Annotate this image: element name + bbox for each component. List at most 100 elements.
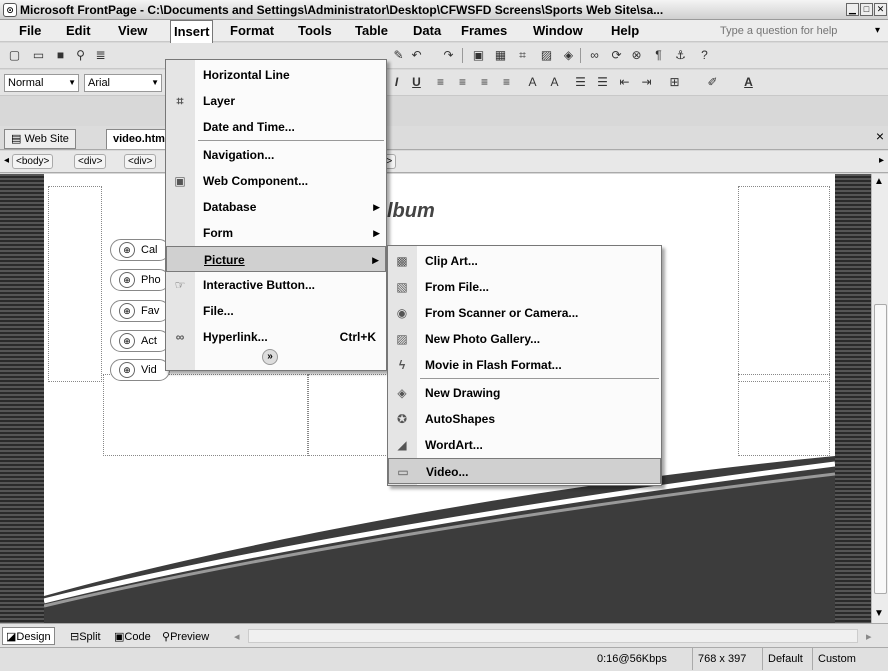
web-component-icon[interactable]: ▣ [470,47,487,64]
increase-indent-icon[interactable]: ⇥ [638,74,655,91]
hscroll-right-icon[interactable]: ▸ [862,627,876,645]
help-dropdown-arrow[interactable]: ▾ [872,20,883,42]
drawing-icon[interactable]: ◈ [560,47,577,64]
insert-layer-icon[interactable]: ⌗ [514,47,531,64]
align-center-icon[interactable]: ≡ [454,74,471,91]
tab-video-htm[interactable]: video.htm [106,129,168,149]
menu-item-horizontal-line[interactable]: Horizontal Line [166,62,386,88]
menu-item-file[interactable]: File... [166,298,386,324]
search-icon[interactable]: ⚲ [72,47,89,64]
menu-item-hyperlink[interactable]: ∞ Hyperlink... Ctrl+K [166,324,386,350]
tag-scroll-left-icon[interactable]: ◂ [1,154,12,169]
menu-item-from-scanner[interactable]: ◉ From Scanner or Camera... [388,300,661,326]
menu-item-database[interactable]: Database ▶ [166,194,386,220]
menu-item-interactive-button[interactable]: ☞ Interactive Button... [166,272,386,298]
align-left-icon[interactable]: ≡ [432,74,449,91]
menu-help[interactable]: Help [608,20,642,42]
menu-table[interactable]: Table [352,20,391,42]
nav-link-button[interactable]: ⊕ Act [110,330,170,352]
view-code-tab[interactable]: ▣Code [110,627,155,645]
bullets-icon[interactable]: ☰ [594,74,611,91]
menu-item-layer[interactable]: ⌗ Layer [166,88,386,114]
nav-link-button[interactable]: ⊕ Cal [110,239,170,261]
menu-format[interactable]: Format [227,20,277,42]
view-preview-tab[interactable]: ⚲Preview [158,627,213,645]
toolbar-separator [580,48,581,63]
menu-bar: File Edit View Insert Format Tools Table… [0,20,888,43]
publish-icon[interactable]: ≣ [92,47,109,64]
underline-icon[interactable]: U [408,74,425,91]
view-split-tab[interactable]: ⊟Split [66,627,105,645]
menu-view[interactable]: View [115,20,150,42]
tag-body[interactable]: <body> [12,154,54,169]
menu-item-autoshapes[interactable]: ✪ AutoShapes [388,406,661,432]
menu-file[interactable]: File [16,20,44,42]
menu-item-clip-art[interactable]: ▩ Clip Art... [388,248,661,274]
style-dropdown[interactable]: Normal ▼ [4,74,79,92]
scroll-down-icon[interactable]: ▼ [874,608,884,619]
show-all-icon[interactable]: ¶ [650,47,667,64]
menu-item-new-photo-gallery[interactable]: ▨ New Photo Gallery... [388,326,661,352]
maximize-button[interactable]: □ [860,3,873,16]
anchor-icon[interactable]: ⚓ [672,47,689,64]
justify-icon[interactable]: ≡ [498,74,515,91]
menu-item-from-file[interactable]: ▧ From File... [388,274,661,300]
frontpage-app-icon[interactable]: ⊙ [3,3,17,17]
hscroll-left-icon[interactable]: ◂ [230,627,244,645]
menu-item-video[interactable]: ▭ Video... [388,458,661,484]
open-folder-icon[interactable]: ▭ [30,47,47,64]
vertical-scrollbar[interactable]: ▲ ▼ [871,174,888,623]
menu-item-wordart[interactable]: ◢ WordArt... [388,432,661,458]
menu-data[interactable]: Data [410,20,444,42]
horizontal-scrollbar[interactable] [248,629,858,643]
view-design-tab[interactable]: ◪Design [2,627,55,645]
nav-link-button[interactable]: ⊕ Vid [110,359,170,381]
close-document-button[interactable]: × [876,128,884,144]
menu-tools[interactable]: Tools [295,20,335,42]
align-right-icon[interactable]: ≡ [476,74,493,91]
font-dropdown[interactable]: Arial ▼ [84,74,162,92]
menu-item-web-component[interactable]: ▣ Web Component... [166,168,386,194]
insert-picture-icon[interactable]: ▨ [538,47,555,64]
expand-menu-button[interactable]: » [262,349,278,365]
insert-table-icon[interactable]: ▦ [492,47,509,64]
hyperlink-icon[interactable]: ∞ [586,47,603,64]
redo-icon[interactable]: ↷ [440,47,457,64]
tag-div[interactable]: <div> [124,154,157,169]
menu-edit[interactable]: Edit [63,20,94,42]
menu-frames[interactable]: Frames [458,20,510,42]
menu-item-new-drawing[interactable]: ◈ New Drawing [388,380,661,406]
decrease-font-icon[interactable]: A [546,74,563,91]
numbering-icon[interactable]: ☰ [572,74,589,91]
refresh-icon[interactable]: ⟳ [608,47,625,64]
decrease-indent-icon[interactable]: ⇤ [616,74,633,91]
minimize-button[interactable]: ▁ [846,3,859,16]
new-page-icon[interactable]: ▢ [6,47,23,64]
font-color-icon[interactable]: A [740,74,757,91]
close-window-button[interactable]: ✕ [874,3,887,16]
help-question-input[interactable] [718,22,863,39]
menu-item-navigation[interactable]: Navigation... [166,142,386,168]
format-painter-icon[interactable]: ✎ [390,47,407,64]
menu-window[interactable]: Window [530,20,586,42]
save-icon[interactable]: ■ [52,47,69,64]
tab-web-site[interactable]: ▤ Web Site [4,129,76,149]
menu-item-form[interactable]: Form ▶ [166,220,386,246]
menu-item-picture[interactable]: Picture ▶ [166,246,386,272]
scroll-thumb[interactable] [874,304,887,594]
highlight-icon[interactable]: ✐ [704,74,721,91]
borders-icon[interactable]: ⊞ [666,74,683,91]
tag-scroll-right-icon[interactable]: ▸ [876,154,887,169]
menu-item-flash-movie[interactable]: ϟ Movie in Flash Format... [388,352,661,378]
nav-link-button[interactable]: ⊕ Pho [110,269,170,291]
nav-link-button[interactable]: ⊕ Fav [110,300,170,322]
help-icon[interactable]: ? [696,47,713,64]
italic-icon[interactable]: I [388,74,405,91]
undo-icon[interactable]: ↶ [408,47,425,64]
tag-div[interactable]: <div> [74,154,107,169]
increase-font-icon[interactable]: A [524,74,541,91]
stop-icon[interactable]: ⊗ [628,47,645,64]
menu-insert[interactable]: Insert [170,20,214,43]
scroll-up-icon[interactable]: ▲ [874,176,884,187]
menu-item-date-and-time[interactable]: Date and Time... [166,114,386,140]
